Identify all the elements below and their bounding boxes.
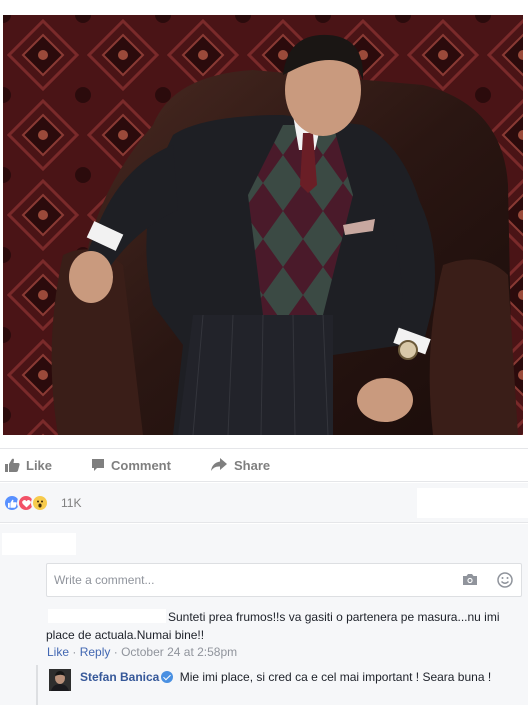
thumbs-up-icon [5,458,20,472]
avatar[interactable] [49,669,71,691]
redacted-author-name [48,609,166,623]
comment-meta: Like · Reply · October 24 at 2:58pm [47,645,237,659]
verified-badge-icon [161,671,174,683]
reaction-count[interactable]: 11K [61,496,81,510]
share-arrow-icon [211,458,227,471]
share-label: Share [234,457,271,473]
reply-body: Stefan Banica Mie imi place, si cred ca … [80,668,520,686]
comment-composer [46,563,522,597]
reaction-icons[interactable] [3,494,49,512]
emoji-icon[interactable] [497,572,513,588]
reply-author-name[interactable]: Stefan Banica [80,670,159,684]
reply-text: Mie imi place, si cred ca e cel mai impo… [179,670,492,684]
camera-icon[interactable] [462,573,478,586]
meta-separator: · [113,645,118,659]
reply-thread: Stefan Banica Mie imi place, si cred ca … [36,665,528,705]
reactions-row: 11K [0,483,528,523]
redacted-area [417,488,528,518]
post-actions-bar: Like Comment Share [0,448,528,482]
post-photo[interactable] [3,15,523,435]
comment-bubble-icon [92,459,104,471]
comment-button[interactable]: Comment [91,458,171,473]
like-label: Like [26,457,53,473]
redacted-area [2,533,76,555]
like-button[interactable]: Like [5,458,52,473]
comment-input[interactable] [47,564,447,596]
comment-like-link[interactable]: Like [47,645,69,659]
wow-reaction-icon [31,494,49,512]
comment-item: Sunteti prea frumos!!s va gasiti o parte… [46,608,522,644]
post-photo-image [3,15,523,435]
comment-reply-link[interactable]: Reply [80,645,111,659]
comment-timestamp[interactable]: October 24 at 2:58pm [121,645,237,659]
share-button[interactable]: Share [210,458,270,473]
meta-separator: · [72,645,77,659]
comment-label: Comment [111,457,171,473]
